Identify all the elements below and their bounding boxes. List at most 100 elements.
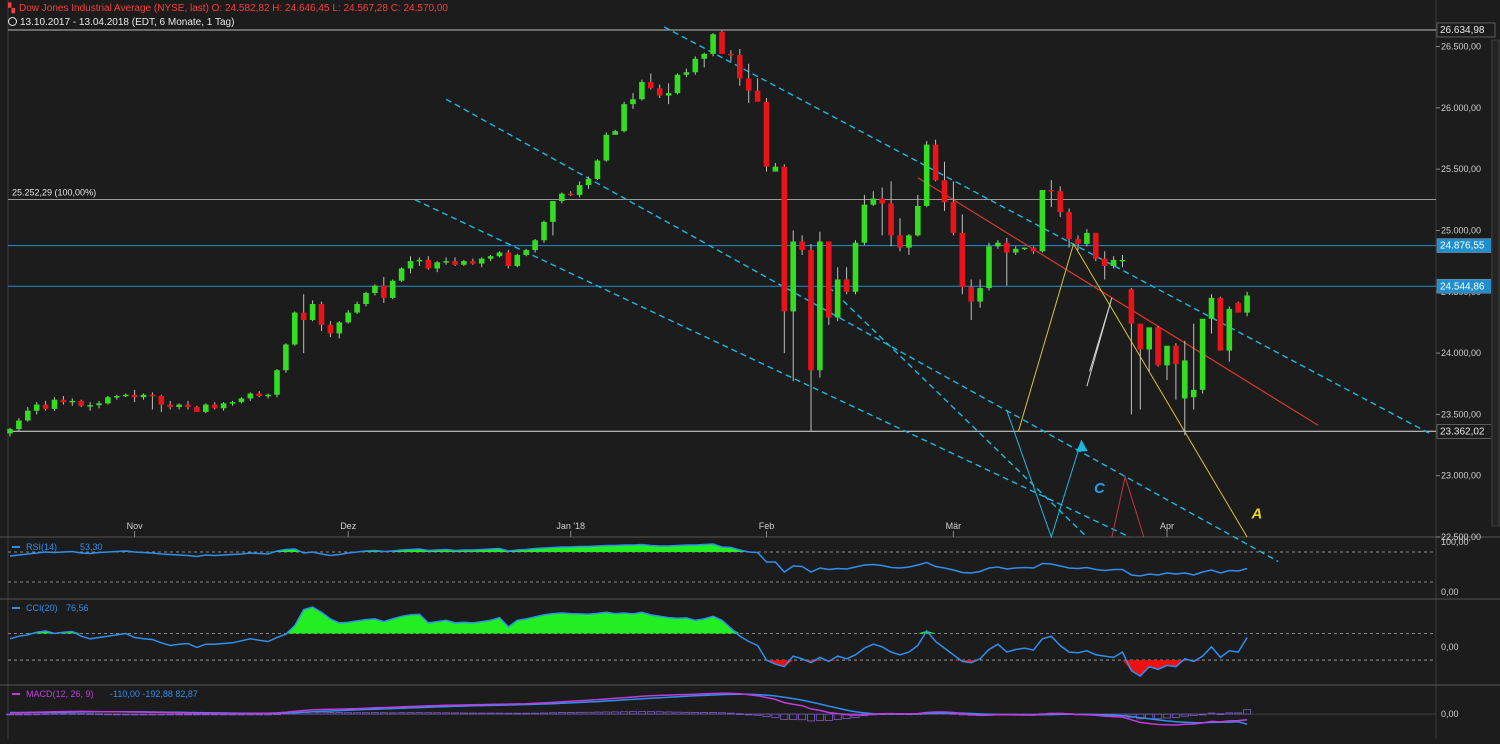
candle-body: [1200, 319, 1206, 390]
candle-body: [1191, 390, 1197, 397]
candle-body: [879, 199, 885, 204]
candle-body: [150, 395, 156, 397]
candle-body: [470, 261, 476, 263]
candle-body: [1173, 346, 1179, 364]
x-tick-label: Apr: [1160, 521, 1174, 531]
candle-body: [1040, 190, 1046, 251]
candle-body: [381, 286, 387, 298]
candle-body: [835, 280, 841, 318]
candle-body: [1022, 248, 1028, 250]
candle-body: [185, 405, 191, 407]
macd-histogram-bar: [256, 714, 263, 715]
candle-body: [390, 281, 396, 298]
candle-body: [639, 82, 645, 99]
macd-value: -110,00 -192,88 82,87: [110, 689, 198, 699]
candle-body: [657, 88, 663, 95]
macd-histogram-bar: [1199, 714, 1206, 715]
candle-body: [621, 104, 627, 131]
macd-histogram-bar: [104, 714, 111, 715]
macd-histogram-bar: [69, 714, 76, 715]
macd-histogram-bar: [42, 714, 49, 715]
candle-body: [52, 400, 58, 409]
candle-body: [586, 179, 592, 185]
candle-body: [328, 325, 334, 334]
candle-body: [461, 261, 467, 265]
candle-body: [70, 401, 76, 403]
wave-a-label: A: [1251, 506, 1263, 523]
candle-body: [167, 405, 173, 407]
candle-body: [506, 253, 512, 266]
candle-body: [764, 102, 770, 167]
candle-body: [568, 194, 574, 196]
candle-body: [408, 261, 414, 268]
candle-body: [924, 145, 930, 206]
x-tick-label: Mär: [946, 521, 962, 531]
low-tag: 23.362,02: [1440, 426, 1485, 437]
macd-tick-label: 0,00: [1441, 709, 1459, 719]
candle-body: [1138, 324, 1144, 350]
macd-histogram-bar: [87, 714, 94, 715]
candle-body: [559, 194, 565, 201]
macd-histogram-bar: [176, 714, 183, 715]
candle-body: [719, 32, 725, 54]
candle-body: [25, 411, 31, 421]
macd-histogram-bar: [140, 714, 147, 715]
candle-body: [292, 313, 298, 345]
macd-histogram-bar: [24, 714, 31, 715]
candle-body: [132, 395, 138, 397]
candle-body: [221, 403, 227, 408]
candle-body: [701, 54, 707, 59]
candle-body: [604, 135, 610, 161]
range-header: 13.10.2017 - 13.04.2018 (EDT, 6 Monate, …: [8, 17, 234, 28]
candle-body: [16, 421, 22, 430]
macd-histogram-bar: [78, 714, 85, 715]
candle-body: [497, 253, 503, 257]
range-line: 13.10.2017 - 13.04.2018 (EDT, 6 Monate, …: [20, 17, 234, 28]
candle-body: [951, 202, 957, 233]
candle-body: [1129, 289, 1135, 323]
candle-body: [283, 344, 289, 370]
candle-body: [612, 131, 618, 135]
macd-histogram-bar: [736, 714, 743, 715]
candle-body: [1120, 260, 1126, 262]
wave-c-label: C: [1094, 480, 1106, 497]
candle-body: [790, 241, 796, 311]
candle-body: [194, 407, 200, 412]
macd-histogram-bar: [113, 714, 120, 715]
candle-body: [114, 396, 120, 398]
macd-histogram-bar: [158, 714, 165, 715]
candle-body: [1218, 298, 1224, 351]
candle-body: [426, 260, 432, 269]
macd-histogram-bar: [167, 714, 174, 715]
high-tag: 26.634,98: [1440, 25, 1485, 36]
candle-body: [666, 93, 672, 95]
level-upper-tag: 24.876,55: [1440, 241, 1485, 252]
candle-body: [61, 400, 67, 402]
candle-body: [354, 304, 360, 313]
candle-body: [523, 250, 529, 255]
candle-body: [933, 145, 939, 181]
macd-histogram-bar: [122, 714, 129, 715]
macd-histogram-bar: [6, 714, 13, 715]
candle-body: [105, 397, 111, 403]
candle-body: [853, 243, 859, 292]
candle-body: [710, 34, 716, 54]
candle-body: [977, 288, 983, 301]
candle-body: [630, 99, 636, 104]
candle-body: [1164, 346, 1170, 366]
current-tag: 24.544,86: [1440, 281, 1485, 292]
candle-body: [1102, 259, 1108, 266]
candle-body: [995, 243, 1001, 247]
candle-body: [1057, 191, 1063, 212]
candle-body: [684, 72, 690, 74]
candle-body: [737, 55, 743, 78]
rsi-tick-label: 100,00: [1441, 537, 1469, 547]
macd-histogram-bar: [51, 714, 58, 715]
candle-body: [550, 201, 556, 222]
candle-body: [1244, 295, 1250, 312]
candle-body: [1235, 303, 1241, 313]
candle-body: [532, 240, 538, 250]
clock-icon: [8, 17, 17, 26]
candle-body: [728, 54, 734, 56]
y-tick-label: 25.500,00: [1441, 164, 1481, 174]
